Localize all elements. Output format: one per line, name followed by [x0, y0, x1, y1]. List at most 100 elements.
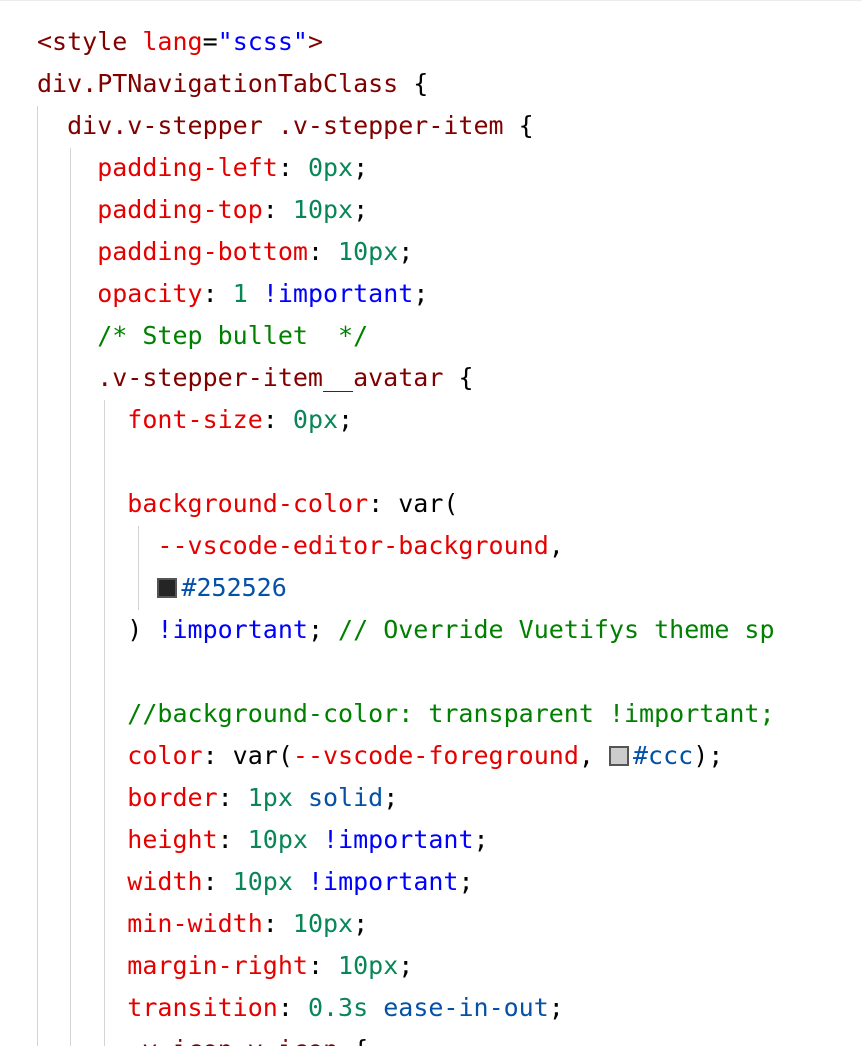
code-token: !important: [307, 867, 459, 896]
code-token: =: [202, 27, 218, 56]
code-token: ;: [473, 825, 489, 854]
code-token: :: [277, 993, 308, 1022]
code-token: ;: [413, 279, 429, 308]
code-line: div.PTNavigationTabClass {: [37, 63, 428, 105]
code-token: padding-top: [37, 195, 263, 224]
code-token: {: [503, 111, 534, 140]
code-token: transition: [37, 993, 278, 1022]
code-line: color: var(--vscode-foreground, #ccc);: [37, 735, 723, 777]
code-token: :: [202, 867, 233, 896]
code-token: 10px: [247, 825, 308, 854]
code-token: 10px: [292, 195, 354, 224]
code-token: !important: [323, 825, 474, 854]
code-token: div.PTNavigationTabClass: [37, 69, 399, 98]
code-token: //background-color: transparent !importa…: [37, 699, 775, 728]
code-token: :: [262, 195, 293, 224]
code-line: opacity: 1 !important;: [37, 273, 428, 315]
code-token: color: [37, 741, 203, 770]
code-line: .v-icon.v-icon {: [37, 1029, 368, 1046]
code-line: //background-color: transparent !importa…: [37, 693, 775, 735]
code-line: div.v-stepper .v-stepper-item {: [37, 105, 534, 147]
code-token: 10px: [232, 867, 293, 896]
code-token: padding-left: [37, 153, 278, 182]
code-token: {: [443, 363, 474, 392]
code-token: :: [262, 909, 293, 938]
code-line: background-color: var(: [37, 483, 458, 525]
code-token: ;: [307, 615, 339, 644]
code-token: ;: [398, 951, 414, 980]
code-line: padding-bottom: 10px;: [37, 231, 413, 273]
code-token: <style: [37, 27, 143, 56]
code-line: min-width: 10px;: [37, 903, 368, 945]
code-token: height: [37, 825, 218, 854]
code-token: background-color: [37, 489, 369, 518]
color-swatch[interactable]: [608, 746, 629, 766]
code-token: 1: [232, 279, 248, 308]
code-token: :: [307, 237, 339, 266]
code-token: >: [307, 27, 324, 56]
code-token: .v-stepper-item__avatar: [37, 363, 444, 392]
code-token: lang: [142, 27, 203, 56]
code-token: 0.3s: [307, 993, 369, 1022]
code-line: .v-stepper-item__avatar {: [37, 357, 474, 399]
code-token: ;: [353, 195, 369, 224]
code-line: height: 10px !important;: [37, 819, 489, 861]
code-token: : var(: [202, 741, 293, 770]
code-token: 10px: [338, 951, 399, 980]
code-token: ): [37, 615, 158, 644]
code-token: width: [37, 867, 203, 896]
code-token: :: [262, 405, 293, 434]
code-token: "scss": [217, 27, 308, 56]
code-token: --vscode-editor-background: [37, 531, 549, 560]
code-token: div.v-stepper .v-stepper-item: [37, 111, 504, 140]
code-token: :: [202, 279, 233, 308]
code-token: font-size: [37, 405, 263, 434]
code-token: ;: [383, 783, 399, 812]
code-token: 1px: [247, 783, 293, 812]
code-token: :: [217, 783, 248, 812]
code-line: margin-right: 10px;: [37, 945, 413, 987]
code-token: opacity: [37, 279, 203, 308]
code-token: ;: [548, 993, 564, 1022]
code-token: 0px: [307, 153, 354, 182]
code-token: {: [398, 69, 429, 98]
code-editor[interactable]: <style lang="scss"> div.PTNavigationTabCl…: [0, 0, 862, 1046]
code-token: 10px: [338, 237, 399, 266]
code-token: ;: [353, 909, 369, 938]
code-token: min-width: [37, 909, 263, 938]
code-line: border: 1px solid;: [37, 777, 398, 819]
code-token: ;: [458, 867, 474, 896]
code-token: solid: [307, 783, 384, 812]
code-token: ;: [398, 237, 414, 266]
code-token: 10px: [292, 909, 354, 938]
code-token: padding-bottom: [37, 237, 308, 266]
code-line: width: 10px !important;: [37, 861, 474, 903]
code-token: {: [338, 1035, 368, 1046]
code-token: !important: [262, 279, 414, 308]
code-token: /* Step bullet */: [37, 321, 369, 350]
code-line: /* Step bullet */: [37, 315, 368, 357]
code-line: <style lang="scss">: [37, 21, 323, 63]
code-token: // Override Vuetifys theme sp: [338, 615, 775, 644]
code-token: border: [37, 783, 218, 812]
code-token: :: [217, 825, 248, 854]
code-token: !important: [157, 615, 308, 644]
code-token: ,: [548, 531, 564, 560]
color-swatch[interactable]: [157, 578, 178, 598]
code-line: padding-top: 10px;: [37, 189, 368, 231]
code-token: 0px: [292, 405, 339, 434]
code-token: :: [277, 153, 308, 182]
code-token: #ccc: [632, 741, 694, 770]
code-token: );: [693, 741, 724, 770]
code-line: #252526: [37, 567, 287, 609]
code-line: transition: 0.3s ease-in-out;: [37, 987, 564, 1029]
code-token: ;: [338, 405, 354, 434]
code-line: font-size: 0px;: [37, 399, 353, 441]
code-line: padding-left: 0px;: [37, 147, 368, 189]
code-token: : var(: [368, 489, 459, 518]
